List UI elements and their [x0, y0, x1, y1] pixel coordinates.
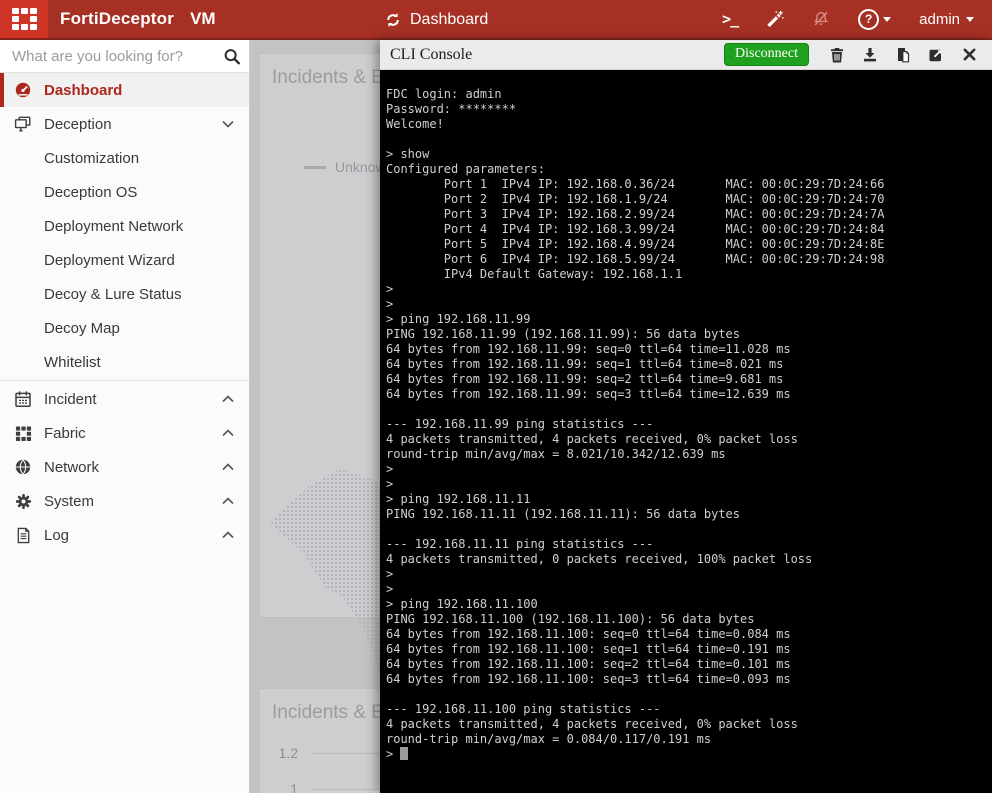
username: admin	[919, 10, 960, 28]
sidebar-item-label: Network	[44, 458, 100, 476]
sidebar-item-label: Dashboard	[44, 81, 123, 99]
gear-icon	[13, 491, 33, 511]
chevron-up-icon	[222, 531, 234, 539]
sidebar-item-decoy-map[interactable]: Decoy Map	[0, 311, 249, 345]
app-window: FortiDeceptor VM Dashboard >_ ? admin Wh…	[0, 0, 992, 793]
sidebar-item-deception-os[interactable]: Deception OS	[0, 175, 249, 209]
cli-console-window: CLI Console Disconnect FDC login: admin …	[380, 40, 992, 793]
sidebar-item-label: Log	[44, 526, 70, 544]
top-header-bar: FortiDeceptor VM Dashboard >_ ? admin	[0, 0, 992, 40]
monitors-icon	[13, 114, 33, 134]
chevron-up-icon	[222, 463, 234, 471]
chevron-up-icon	[222, 429, 234, 437]
terminal-cursor	[400, 747, 409, 760]
fortinet-logo[interactable]	[0, 0, 48, 38]
chevron-down-icon	[883, 16, 892, 22]
header-actions: >_ ? admin	[722, 8, 992, 30]
page-breadcrumb: Dashboard	[384, 0, 488, 40]
magic-wand-icon[interactable]	[766, 10, 784, 28]
open-in-new-icon[interactable]	[927, 46, 945, 64]
brand-product: VM	[190, 9, 216, 28]
search-input[interactable]	[10, 46, 223, 66]
help-icon: ?	[858, 8, 880, 30]
chevron-up-icon	[222, 497, 234, 505]
chart-ytick-label: 1	[290, 781, 298, 793]
sidebar-item-label: Incident	[44, 390, 97, 408]
cli-console-icon[interactable]: >_	[722, 10, 739, 28]
sidebar-search	[0, 40, 250, 73]
copy-icon[interactable]	[894, 46, 912, 64]
sidebar-item-decoy-lure-status[interactable]: Decoy & Lure Status	[0, 277, 249, 311]
sidebar-item-customization[interactable]: Customization	[0, 141, 249, 175]
user-menu[interactable]: admin	[919, 11, 974, 28]
globe-icon	[13, 457, 33, 477]
legend-line-icon	[304, 165, 326, 169]
sidebar-item-deployment-network[interactable]: Deployment Network	[0, 209, 249, 243]
help-menu[interactable]: ?	[858, 8, 892, 30]
gauge-icon	[13, 80, 33, 100]
download-icon[interactable]	[861, 46, 879, 64]
sidebar-item-whitelist[interactable]: Whitelist	[0, 345, 249, 379]
world-map-dots	[270, 469, 395, 674]
sidebar-item-log[interactable]: Log	[0, 518, 249, 552]
document-icon	[13, 525, 33, 545]
sidebar-item-network[interactable]: Network	[0, 450, 249, 484]
fabric-grid-icon	[13, 423, 33, 443]
page-title: Dashboard	[410, 11, 489, 28]
cli-console-title: CLI Console	[390, 45, 473, 63]
sidebar-item-label: Fabric	[44, 424, 86, 442]
disconnect-button[interactable]: Disconnect	[724, 43, 809, 66]
sidebar-nav: Dashboard Deception Customization Deception…	[0, 73, 250, 793]
chevron-up-icon	[222, 395, 234, 403]
sidebar-item-fabric[interactable]: Fabric	[0, 416, 249, 450]
sidebar-item-label: System	[44, 492, 95, 510]
brand-name: FortiDeceptor	[60, 9, 175, 28]
bell-muted-icon[interactable]	[812, 10, 830, 28]
sidebar-item-deployment-wizard[interactable]: Deployment Wizard	[0, 243, 249, 277]
sidebar-divider	[0, 380, 249, 381]
chart-ytick-label: 1.2	[278, 745, 298, 761]
chevron-down-icon	[222, 120, 234, 128]
cli-terminal-output[interactable]: FDC login: admin Password: ******** Welc…	[380, 70, 992, 793]
trash-icon[interactable]	[828, 46, 846, 64]
cli-console-actions: Disconnect	[724, 43, 978, 66]
refresh-icon[interactable]	[384, 11, 402, 29]
calendar-icon	[13, 389, 33, 409]
sidebar-item-incident[interactable]: Incident	[0, 382, 249, 416]
sidebar-item-system[interactable]: System	[0, 484, 249, 518]
sidebar-item-deception[interactable]: Deception	[0, 107, 249, 141]
chevron-down-icon	[966, 16, 974, 22]
cli-console-titlebar: CLI Console Disconnect	[380, 40, 992, 70]
sidebar-item-dashboard[interactable]: Dashboard	[0, 73, 249, 107]
fortinet-grid-icon	[11, 8, 37, 30]
close-icon[interactable]	[960, 46, 978, 64]
sidebar-item-label: Deception	[44, 115, 112, 133]
magnifier-icon[interactable]	[223, 47, 241, 65]
